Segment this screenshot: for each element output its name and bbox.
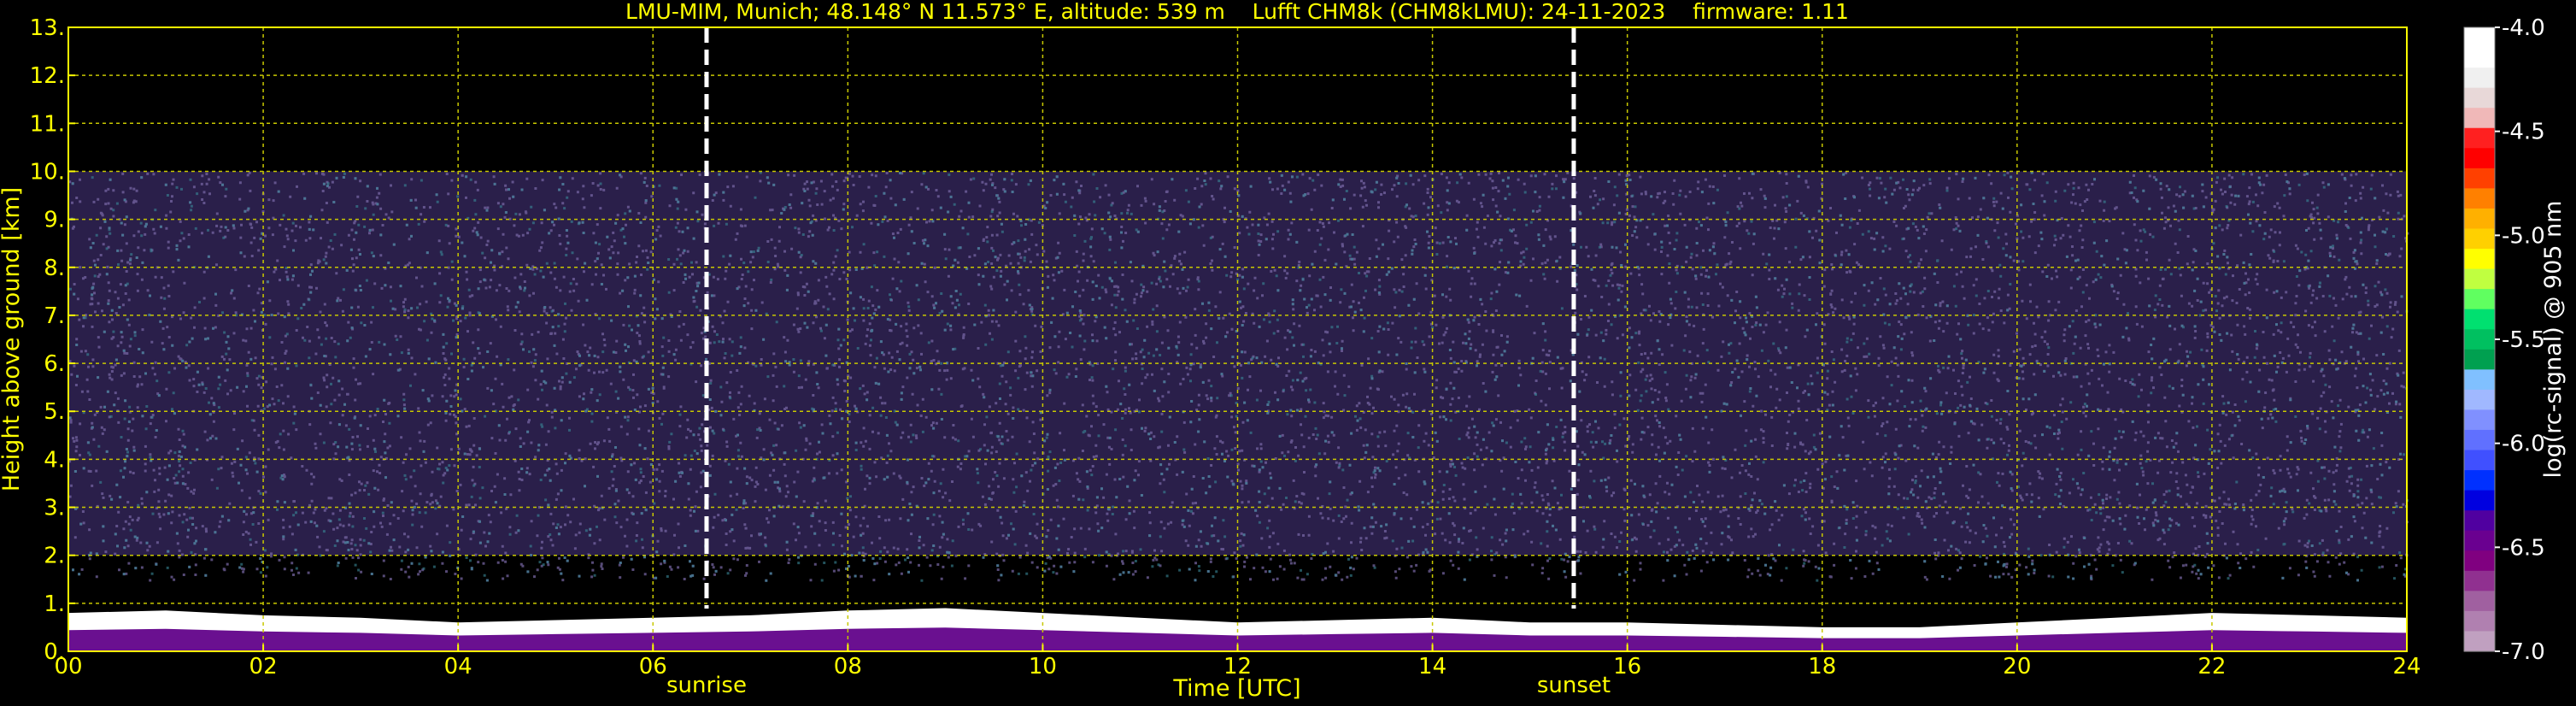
colorbar-swatch [2464, 68, 2495, 89]
colorbar-swatch [2464, 148, 2495, 169]
colorbar-tick-label: -5.0 [2502, 223, 2545, 249]
x-tick-label: 18 [1808, 654, 1836, 680]
colorbar-swatch [2464, 389, 2495, 411]
background-noise [68, 171, 2409, 582]
colorbar-swatch [2464, 470, 2495, 491]
x-tick-label: 14 [1418, 654, 1446, 680]
colorbar-swatch [2464, 289, 2495, 310]
y-axis-label: Height above ground [km] [0, 187, 25, 491]
colorbar-tick-label: -4.0 [2502, 15, 2545, 41]
colorbar-swatch [2464, 188, 2495, 209]
y-tick-label: 10. [30, 159, 65, 185]
y-tick-label: 11. [30, 111, 65, 137]
x-tick-label: 04 [444, 654, 472, 680]
colorbar-swatch [2464, 450, 2495, 471]
colorbar-swatch [2464, 510, 2495, 532]
colorbar-swatch [2464, 369, 2495, 391]
x-tick-label: 10 [1029, 654, 1057, 680]
colorbar-swatch [2464, 570, 2495, 591]
colorbar-tick-label: -4.5 [2502, 120, 2545, 145]
x-tick-label: 20 [2003, 654, 2031, 680]
y-tick-label: 6. [44, 351, 65, 377]
colorbar-swatch [2464, 127, 2495, 149]
chart-title: LMU-MIM, Munich; 48.148° N 11.573° E, al… [625, 0, 1849, 24]
colorbar: -4.0 -4.5 -5.0 -5.5 -6.0 -6.5 -7.0 [2463, 15, 2545, 665]
y-tick-label: 7. [44, 303, 65, 329]
colorbar-swatch [2464, 47, 2495, 68]
colorbar-swatch [2464, 530, 2495, 551]
colorbar-swatch [2464, 329, 2495, 350]
colorbar-swatch [2464, 208, 2495, 230]
colorbar-swatch [2464, 610, 2495, 632]
y-tick-label: 3. [44, 496, 65, 521]
ceilometer-chart: LMU-MIM, Munich; 48.148° N 11.573° E, al… [0, 0, 2567, 702]
colorbar-swatch [2464, 268, 2495, 290]
colorbar-swatch [2464, 429, 2495, 451]
colorbar-swatch [2464, 108, 2495, 129]
colorbar-swatch [2464, 87, 2495, 109]
x-tick-label: 08 [834, 654, 862, 680]
y-tick-label: 9. [44, 208, 65, 233]
colorbar-swatch [2464, 591, 2495, 612]
colorbar-tick-label: -7.0 [2502, 639, 2545, 665]
y-tick-label: 8. [44, 256, 65, 281]
y-tick-label: 13. [30, 15, 65, 41]
colorbar-tick-label: -5.5 [2502, 327, 2545, 353]
x-tick-label: 02 [249, 654, 278, 680]
colorbar-swatch [2464, 249, 2495, 270]
colorbar-tick-label: -6.0 [2502, 432, 2545, 457]
y-tick-label: 5. [44, 399, 65, 425]
sunrise-label: sunrise [666, 673, 747, 698]
y-tick-label: 4. [44, 447, 65, 473]
y-tick-label: 2. [44, 544, 65, 569]
colorbar-tick-label: -6.5 [2502, 535, 2545, 561]
y-tick-label: 12. [30, 63, 65, 89]
colorbar-swatch [2464, 228, 2495, 250]
sunset-label: sunset [1537, 673, 1611, 698]
x-axis-label: Time [UTC] [1172, 675, 1300, 702]
colorbar-swatch [2464, 349, 2495, 370]
colorbar-swatch [2464, 631, 2495, 652]
x-tick-label: 06 [639, 654, 667, 680]
colorbar-swatch [2464, 490, 2495, 511]
x-tick-label: 22 [2198, 654, 2226, 680]
y-tick-label: 1. [44, 591, 65, 617]
colorbar-swatch [2464, 409, 2495, 431]
y-tick-label: 0. [44, 639, 65, 665]
colorbar-swatch [2464, 309, 2495, 330]
colorbar-swatch [2464, 168, 2495, 189]
x-tick-label: 24 [2392, 654, 2421, 680]
x-tick-label: 16 [1613, 654, 1641, 680]
colorbar-label: log(rc-signal) @ 905 nm [2540, 201, 2567, 479]
colorbar-swatch [2464, 550, 2495, 572]
colorbar-swatch [2464, 27, 2495, 49]
